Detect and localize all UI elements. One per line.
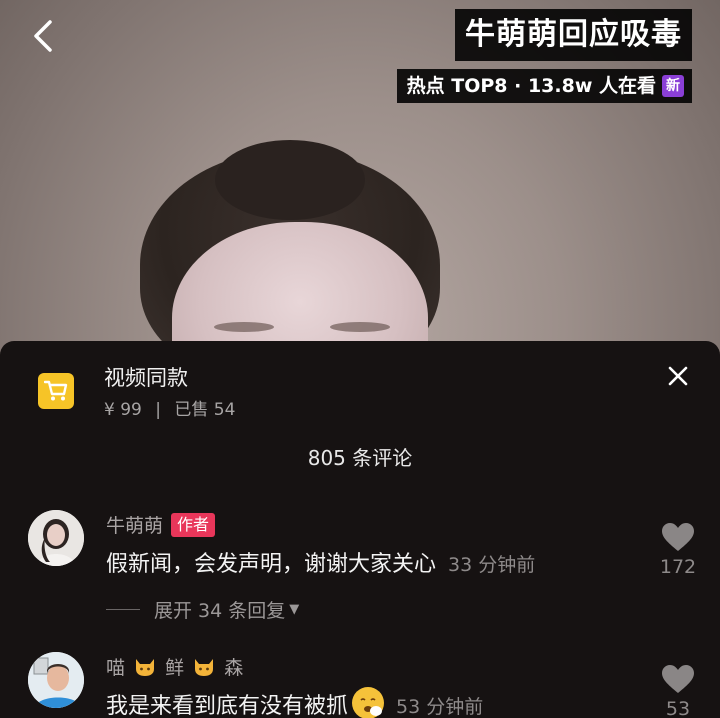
- cat-emoji-icon: [136, 659, 155, 676]
- close-icon: [668, 366, 688, 386]
- divider-line: [106, 609, 140, 610]
- expand-replies-button[interactable]: 展开 34 条回复 ▼: [106, 596, 299, 623]
- like-count: 53: [665, 698, 691, 718]
- comment-time: 53 分钟前: [396, 696, 484, 718]
- like-count: 172: [659, 556, 697, 578]
- cat-emoji-icon: [195, 659, 214, 676]
- video-title-text: 牛萌萌回应吸毒: [465, 17, 682, 52]
- avatar-image: [28, 652, 84, 708]
- username-part: 喵: [106, 657, 126, 679]
- comment-body: 我是来看到底有没有被抓: [106, 694, 349, 718]
- hot-ranking-badge[interactable]: 热点 TOP8 · 13.8w 人在看 新: [396, 69, 692, 103]
- product-price: ¥ 99: [104, 400, 142, 420]
- heart-icon: [662, 523, 694, 551]
- author-tag: 作者: [171, 513, 216, 537]
- product-separator: |: [155, 400, 161, 420]
- comment-body: 假新闻，会发声明，谢谢大家关心: [106, 552, 437, 577]
- avatar[interactable]: [28, 652, 84, 708]
- new-badge: 新: [662, 75, 684, 97]
- caret-down-icon: ▼: [289, 602, 300, 617]
- expand-replies-label: 展开 34 条回复: [154, 600, 286, 622]
- hot-ranking-text: 热点 TOP8 · 13.8w 人在看: [406, 75, 656, 97]
- like-button[interactable]: 172: [648, 522, 708, 578]
- comment-text: 假新闻，会发声明，谢谢大家关心 33 分钟前: [106, 546, 535, 578]
- comment-username-text: 牛萌萌: [106, 515, 164, 537]
- video-subject-bun: [215, 140, 365, 220]
- video-subject-brow-left: [214, 322, 274, 332]
- product-title[interactable]: 视频同款: [104, 362, 188, 392]
- comment-count: 805 条评论: [307, 446, 413, 470]
- username-part: 鲜: [165, 657, 185, 679]
- video-subject-brow-right: [330, 322, 390, 332]
- close-button[interactable]: [664, 362, 692, 390]
- heart-icon: [662, 665, 694, 693]
- comment-username[interactable]: 喵 鲜 森: [106, 653, 243, 680]
- avatar-image: [28, 510, 84, 566]
- username-part: 森: [224, 657, 244, 679]
- product-meta: ¥ 99 | 已售 54: [104, 395, 235, 420]
- avatar[interactable]: [28, 510, 84, 566]
- comment-text: 我是来看到底有没有被抓 53 分钟前: [106, 687, 483, 718]
- cart-glyph: [44, 380, 68, 401]
- chevron-left-icon: [34, 20, 52, 52]
- product-sold: 已售 54: [174, 400, 236, 420]
- sneezing-face-emoji-icon: [352, 687, 385, 718]
- shopping-cart-icon[interactable]: [38, 373, 74, 409]
- comment-username[interactable]: 牛萌萌 作者: [106, 511, 216, 538]
- comment-time: 33 分钟前: [448, 554, 536, 576]
- back-button[interactable]: [24, 16, 64, 56]
- like-button[interactable]: 53: [648, 664, 708, 718]
- video-title[interactable]: 牛萌萌回应吸毒: [455, 9, 692, 61]
